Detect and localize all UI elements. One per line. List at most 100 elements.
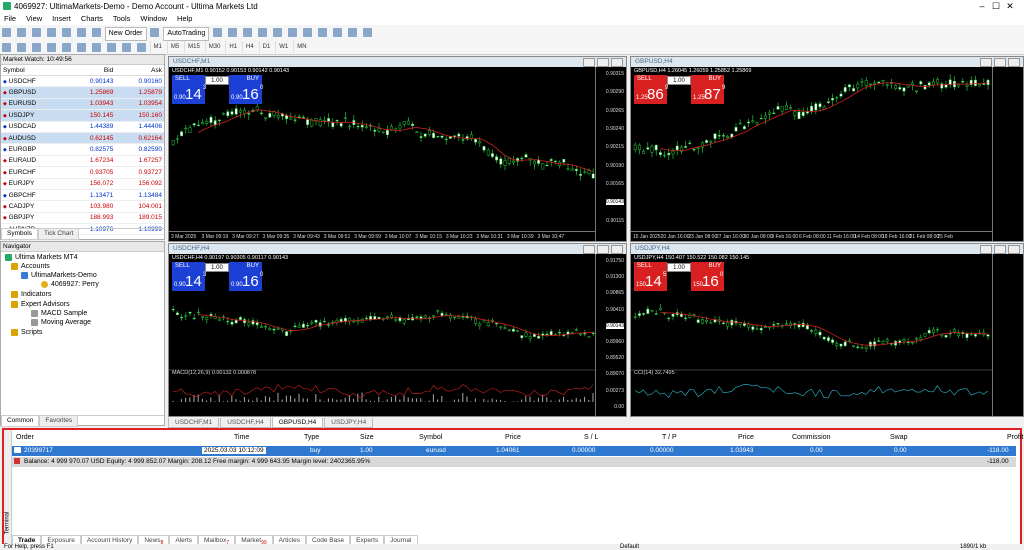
timeframe-mn[interactable]: MN bbox=[293, 41, 309, 53]
column-price[interactable]: Price bbox=[505, 434, 521, 441]
data-window-icon[interactable] bbox=[46, 28, 56, 37]
chart-usdjpy-h4[interactable]: USDJPY,H4 CCI(14) 32.7495 USDJPY,H4 150.40… bbox=[630, 243, 1024, 417]
close-icon[interactable] bbox=[611, 245, 623, 254]
tab-favorites[interactable]: Favorites bbox=[39, 416, 79, 427]
buy-button[interactable]: BUY 0.90 16 0 bbox=[229, 262, 263, 291]
terminal-icon[interactable] bbox=[76, 28, 86, 37]
periods-icon[interactable] bbox=[347, 28, 357, 37]
timeframe-m5[interactable]: M5 bbox=[166, 41, 182, 53]
market-watch-row[interactable]: ◆ AUDUSD 0.62145 0.62164 bbox=[1, 132, 164, 145]
minimize-icon[interactable] bbox=[583, 245, 595, 254]
market-watch-row[interactable]: ◆ GBPJPY 188.993 189.015 bbox=[1, 212, 164, 225]
close-icon[interactable] bbox=[1008, 58, 1020, 67]
chart-tab-active[interactable]: GBPUSD,H4 bbox=[271, 418, 324, 428]
channel-icon[interactable] bbox=[76, 43, 86, 52]
minimize-icon[interactable] bbox=[583, 58, 595, 67]
timeframe-m15[interactable]: M15 bbox=[184, 41, 203, 53]
sell-button[interactable]: SELL 0.90 14 3 bbox=[172, 75, 206, 104]
timeframe-d1[interactable]: D1 bbox=[258, 41, 274, 53]
close-icon[interactable] bbox=[611, 58, 623, 67]
chart-shift-icon[interactable] bbox=[317, 28, 327, 37]
menu-file[interactable]: File bbox=[0, 13, 20, 25]
menu-charts[interactable]: Charts bbox=[77, 13, 107, 25]
nav-scripts[interactable]: Scripts bbox=[11, 328, 42, 337]
nav-server[interactable]: UltimaMarkets-Demo bbox=[21, 271, 97, 280]
tester-icon[interactable] bbox=[91, 28, 101, 37]
tab-tick-chart[interactable]: Tick Chart bbox=[37, 229, 80, 240]
sell-button[interactable]: SELL 150 14 5 bbox=[634, 262, 667, 291]
maximize-icon[interactable] bbox=[597, 58, 609, 67]
crosshair-icon[interactable] bbox=[16, 43, 26, 52]
indicators-icon[interactable] bbox=[332, 28, 342, 37]
chart-gbpusd-h4[interactable]: GBPUSD,H4 GBPUSD,H4 1.26045 1.26059 1.258… bbox=[630, 56, 1024, 242]
market-watch-row[interactable]: ◆ EURJPY 156.072 156.092 bbox=[1, 178, 164, 190]
lot-size-input[interactable]: 1.00 bbox=[667, 263, 691, 272]
nav-indicators[interactable]: Indicators bbox=[11, 290, 51, 299]
buy-button[interactable]: BUY 0.90 16 0 bbox=[229, 75, 263, 104]
timeframe-m30[interactable]: M30 bbox=[204, 41, 224, 53]
timeframe-w1[interactable]: W1 bbox=[275, 41, 291, 53]
market-watch-row[interactable]: ◆ CADJPY 103.980 104.001 bbox=[1, 200, 164, 213]
column-commission[interactable]: Commission bbox=[792, 434, 831, 441]
nav-account[interactable]: 4069927: Perry bbox=[41, 280, 99, 289]
chart-tab[interactable]: USDJPY,H4 bbox=[324, 418, 374, 428]
market-watch-row[interactable]: ◆ EURGBP 0.82575 0.82590 bbox=[1, 143, 164, 156]
market-watch-row[interactable]: ◆ USDCHF 0.90143 0.90160 bbox=[1, 75, 164, 88]
menu-help[interactable]: Help bbox=[173, 13, 196, 25]
vertical-line-icon[interactable] bbox=[31, 43, 41, 52]
horizontal-line-icon[interactable] bbox=[46, 43, 56, 52]
market-watch-row[interactable]: ◆ EURCHF 0.93705 0.93727 bbox=[1, 166, 164, 179]
column-header[interactable]: Ask bbox=[115, 65, 164, 76]
column-tp[interactable]: T / P bbox=[662, 434, 677, 441]
minimize-icon[interactable] bbox=[980, 58, 992, 67]
bar-chart-icon[interactable] bbox=[213, 28, 223, 37]
new-chart-icon[interactable] bbox=[2, 28, 11, 37]
buy-button[interactable]: BUY 1.25 87 9 bbox=[691, 75, 725, 104]
timeframe-h4[interactable]: H4 bbox=[242, 41, 257, 53]
sell-button[interactable]: SELL 1.25 86 9 bbox=[634, 75, 668, 104]
column-order[interactable]: Order bbox=[16, 434, 34, 441]
close-button[interactable]: ✕ bbox=[996, 0, 1024, 13]
column-size[interactable]: Size bbox=[360, 434, 374, 441]
maximize-icon[interactable] bbox=[994, 58, 1006, 67]
zoom-in-icon[interactable] bbox=[258, 28, 268, 37]
tile-windows-icon[interactable] bbox=[288, 28, 298, 37]
text-icon[interactable] bbox=[106, 43, 116, 52]
timeframe-m1[interactable]: M1 bbox=[149, 41, 165, 53]
market-watch-row[interactable]: ◆ EURAUD 1.67234 1.67257 bbox=[1, 155, 164, 168]
nav-macd-sample[interactable]: MACD Sample bbox=[31, 309, 87, 318]
market-watch-icon[interactable] bbox=[31, 28, 41, 37]
chart-usdchf-m1[interactable]: USDCHF,M1 USDCHF,M1 0.90152 0.90153 0.901… bbox=[168, 56, 627, 242]
nav-accounts[interactable]: Accounts bbox=[11, 262, 50, 271]
menu-tools[interactable]: Tools bbox=[109, 13, 135, 25]
label-icon[interactable] bbox=[121, 43, 131, 52]
market-watch-row[interactable]: ◆ GBPUSD 1.25869 1.25879 bbox=[1, 86, 164, 99]
column-current-price[interactable]: Price bbox=[738, 434, 754, 441]
tab-symbols[interactable]: Symbols bbox=[1, 229, 38, 240]
buy-button[interactable]: BUY 150 16 0 bbox=[691, 262, 724, 291]
nav-moving-average[interactable]: Moving Average bbox=[31, 318, 91, 327]
column-header[interactable]: Symbol bbox=[1, 65, 67, 76]
menu-view[interactable]: View bbox=[22, 13, 46, 25]
lot-size-input[interactable]: 1.00 bbox=[205, 76, 229, 85]
column-header[interactable]: Bid bbox=[66, 65, 116, 76]
tab-common[interactable]: Common bbox=[1, 416, 40, 427]
market-watch-row[interactable]: ◆ GBPCHF 1.13471 1.13484 bbox=[1, 189, 164, 202]
metaeditor-icon[interactable] bbox=[150, 28, 160, 37]
arrows-icon[interactable] bbox=[136, 43, 146, 52]
zoom-out-icon[interactable] bbox=[273, 28, 283, 37]
cursor-icon[interactable] bbox=[2, 43, 11, 52]
candlestick-icon[interactable] bbox=[228, 28, 238, 37]
column-profit[interactable]: Profit bbox=[1007, 434, 1023, 441]
trade-row[interactable]: 20399717 2025.03.03 10:12:09 buy 1.00 eu… bbox=[12, 446, 1016, 456]
templates-icon[interactable] bbox=[362, 28, 372, 37]
trendline-icon[interactable] bbox=[61, 43, 71, 52]
market-watch-row[interactable]: ◆ USDCAD 1.44389 1.44406 bbox=[1, 121, 164, 133]
chart-usdchf-h4[interactable]: USDCHF,H4 MACD(12,26,9) 0.00132 0.000878 U… bbox=[168, 243, 627, 417]
fibonacci-icon[interactable] bbox=[91, 43, 101, 52]
column-type[interactable]: Type bbox=[304, 434, 319, 441]
nav-expert-advisors[interactable]: Expert Advisors bbox=[11, 300, 70, 309]
navigator-icon[interactable] bbox=[61, 28, 71, 37]
market-watch-row[interactable]: ◆ EURUSD 1.03943 1.03954 bbox=[1, 98, 164, 111]
profiles-icon[interactable] bbox=[16, 28, 26, 37]
